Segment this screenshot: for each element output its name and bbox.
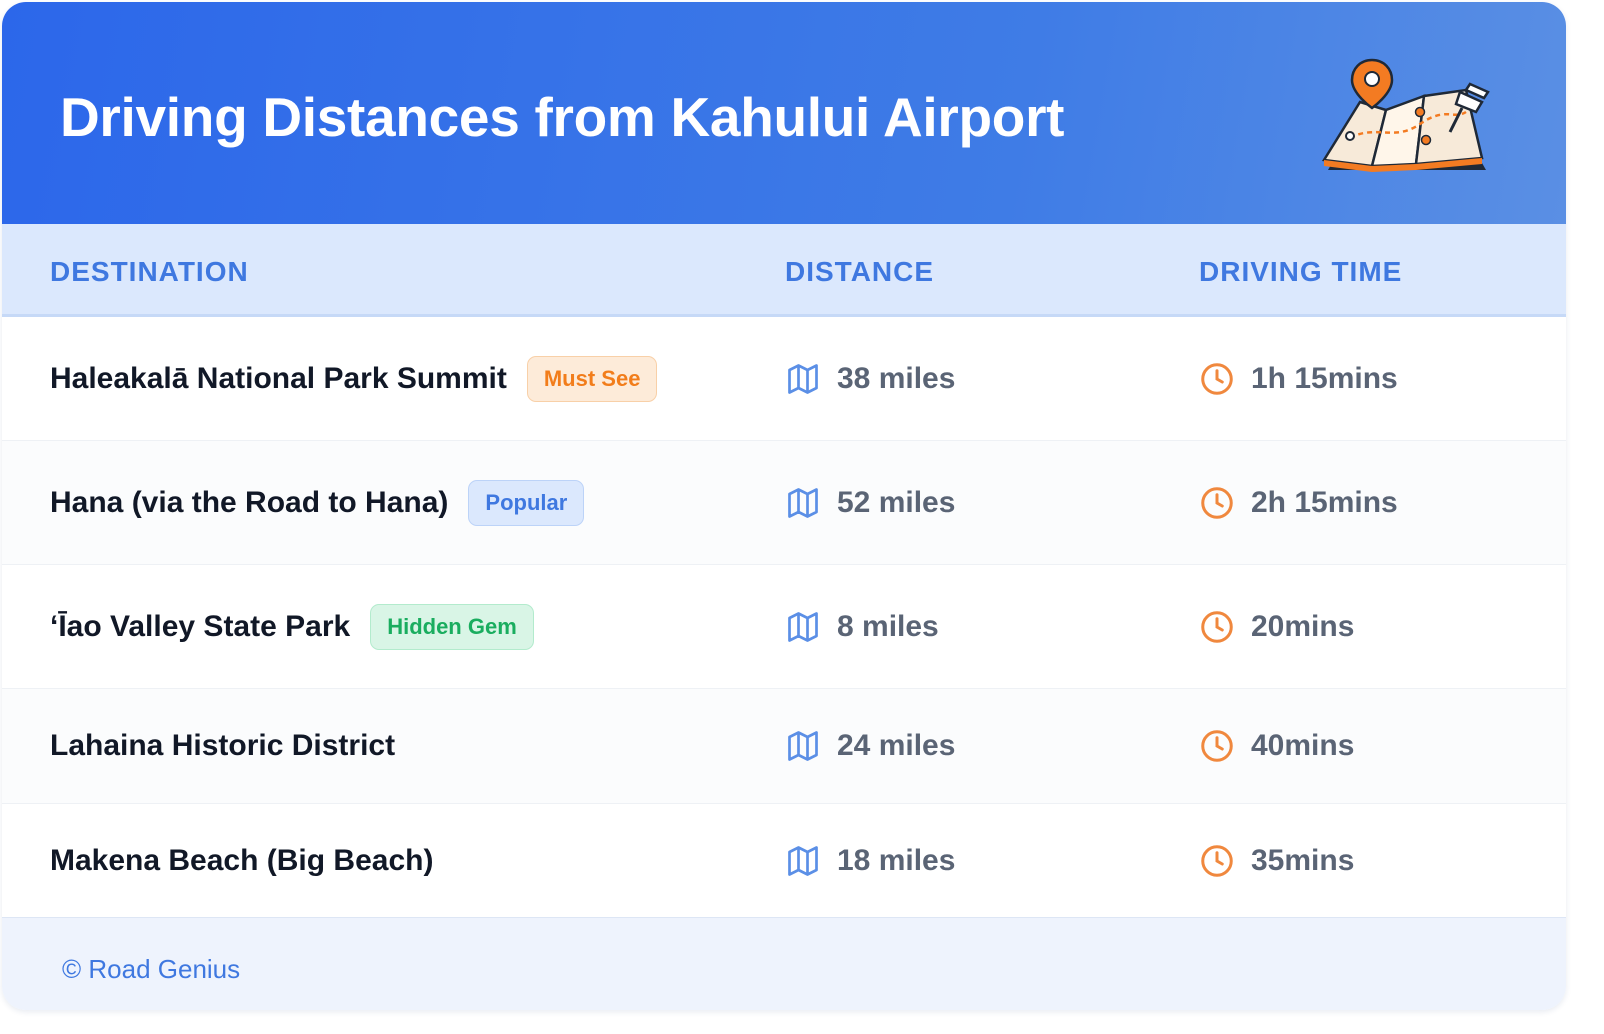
distance-value: 38 miles	[837, 361, 956, 395]
table-row: Lahaina Historic District 24 miles 40min…	[2, 689, 1566, 804]
destination-cell: Haleakalā National Park Summit Must See	[50, 317, 658, 440]
distance-cell: 18 miles	[785, 804, 955, 917]
column-header-driving-time: DRIVING TIME	[1199, 256, 1403, 287]
driving-time-cell: 2h 15mins	[1199, 441, 1398, 564]
table-header: DESTINATION DISTANCE DRIVING TIME	[2, 224, 1566, 317]
driving-time-value: 40mins	[1251, 729, 1355, 762]
must-see-badge: Must See	[526, 355, 658, 402]
distance-value: 52 miles	[837, 485, 956, 519]
driving-time-value: 1h 15mins	[1251, 361, 1398, 395]
destination-name: ʻĪao Valley State Park	[50, 609, 351, 643]
destination-cell: ʻĪao Valley State Park Hidden Gem	[50, 565, 534, 688]
table-row: Hana (via the Road to Hana) Popular 52 m…	[2, 441, 1566, 565]
driving-time-value: 2h 15mins	[1251, 485, 1398, 519]
map-icon	[788, 731, 818, 761]
driving-time-value: 20mins	[1251, 609, 1355, 643]
popular-badge: Popular	[468, 479, 585, 526]
destination-cell: Lahaina Historic District	[50, 689, 395, 803]
destination-name: Hana (via the Road to Hana)	[50, 485, 449, 519]
table-row: Makena Beach (Big Beach) 18 miles 35mins	[2, 804, 1566, 917]
driving-time-cell: 1h 15mins	[1199, 317, 1398, 440]
card-footer: © Road Genius	[2, 917, 1566, 1010]
distance-cell: 24 miles	[785, 689, 955, 803]
page-title: Driving Distances from Kahului Airport	[60, 86, 1065, 148]
table-row: ʻĪao Valley State Park Hidden Gem 8 mile…	[2, 565, 1566, 689]
driving-time-cell: 20mins	[1199, 565, 1354, 688]
map-icon	[788, 845, 818, 876]
clock-icon	[1201, 844, 1233, 877]
map-icon	[788, 363, 818, 394]
map-icon	[788, 611, 818, 642]
column-header-distance: DISTANCE	[785, 256, 935, 287]
column-header-destination: DESTINATION	[50, 256, 249, 287]
clock-icon	[1201, 610, 1233, 643]
clock-icon	[1201, 730, 1233, 762]
distance-cell: 8 miles	[785, 565, 939, 688]
distance-cell: 38 miles	[785, 317, 955, 440]
distance-value: 18 miles	[837, 843, 956, 877]
destination-name: Lahaina Historic District	[50, 729, 396, 762]
clock-icon	[1201, 486, 1233, 519]
folded-map-with-pins-icon	[1321, 58, 1490, 172]
destination-name: Haleakalā National Park Summit	[50, 361, 507, 395]
card-header: Driving Distances from Kahului Airport	[2, 2, 1566, 224]
hidden-gem-badge: Hidden Gem	[370, 603, 534, 650]
clock-icon	[1201, 362, 1233, 395]
destination-cell: Hana (via the Road to Hana) Popular	[50, 441, 585, 564]
distance-cell: 52 miles	[785, 441, 955, 564]
table-row: Haleakalā National Park Summit Must See …	[2, 317, 1566, 441]
driving-time-value: 35mins	[1251, 843, 1355, 877]
map-icon	[788, 487, 818, 518]
destination-cell: Makena Beach (Big Beach)	[50, 804, 433, 917]
destination-name: Makena Beach (Big Beach)	[50, 843, 434, 877]
distance-value: 24 miles	[837, 729, 956, 762]
driving-time-cell: 40mins	[1199, 689, 1354, 803]
distance-card: Driving Distances from Kahului Airport D…	[2, 2, 1566, 1010]
driving-time-cell: 35mins	[1199, 804, 1354, 917]
distance-value: 8 miles	[837, 609, 939, 643]
copyright-text: © Road Genius	[62, 954, 241, 984]
